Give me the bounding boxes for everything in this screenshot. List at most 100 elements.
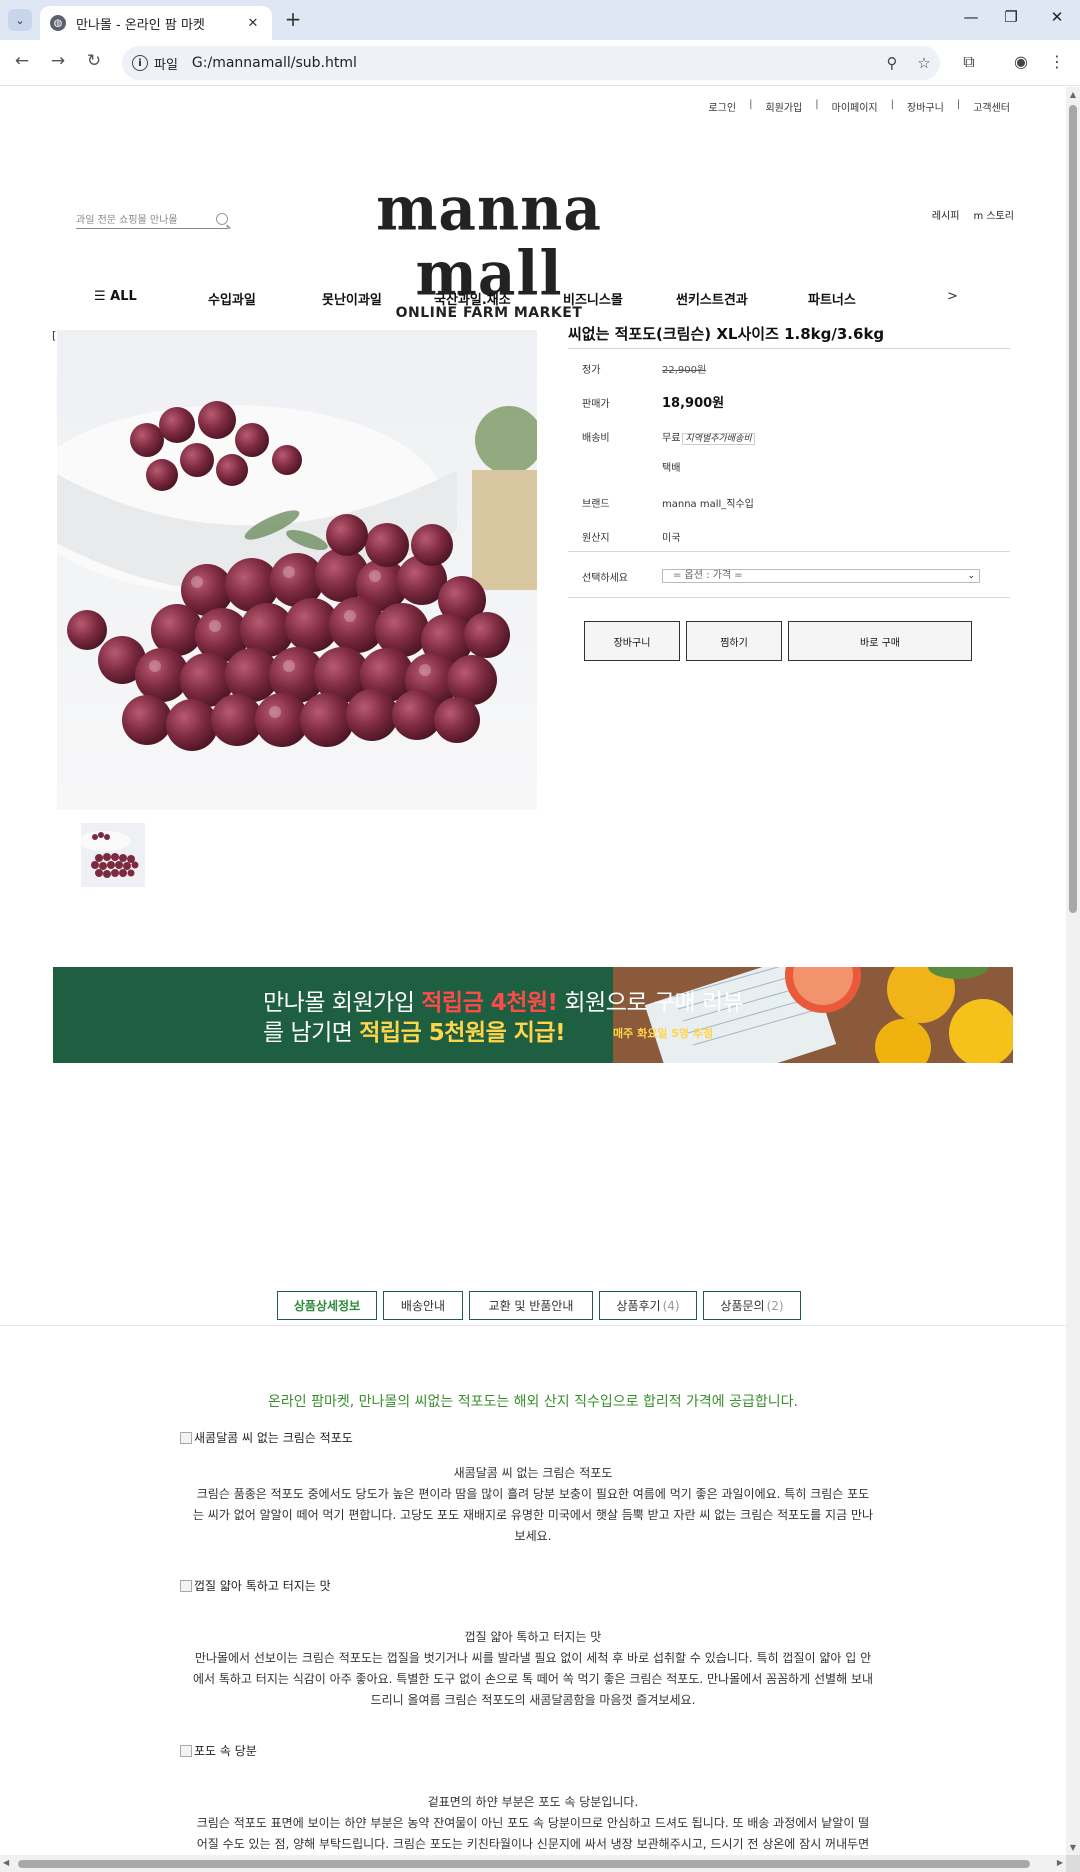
section-line: 보세요. [514, 1529, 552, 1543]
option-select-value: = 옵션 : 가격 = [673, 570, 743, 581]
product-main-image [57, 330, 537, 810]
browser-tabbar: ⌄ ◍ 만나몰 - 온라인 팜 마켓 ✕ + — ❐ ✕ [0, 0, 1080, 40]
detail-lead: 온라인 팜마켓, 만나몰의 씨없는 적포도는 해외 산지 직수입으로 합리적 가… [268, 1394, 798, 1410]
option-row: 선택하세요 = 옵션 : 가격 = ⌄ [568, 552, 1010, 598]
image-alt-text: 새콤달콤 씨 없는 크림슨 적포도 [194, 1431, 353, 1445]
restore-icon[interactable]: ❐ [996, 8, 1026, 26]
tab-divider [0, 1325, 1066, 1326]
horizontal-scroll-thumb[interactable] [18, 1860, 1030, 1868]
site-info-icon[interactable]: i [132, 55, 148, 71]
nav-ugly-fruit[interactable]: 못난이과일 [322, 289, 382, 308]
add-to-cart-button[interactable]: 장바구니 [584, 621, 680, 661]
image-alt-text: 껍질 얇아 톡하고 터지는 맛 [194, 1579, 331, 1593]
product-buttons: 장바구니 찜하기 바로 구매 [584, 621, 978, 661]
shipping-free: 무료 [662, 433, 681, 444]
vertical-scrollbar[interactable]: ▲ ▼ [1066, 87, 1080, 1855]
reload-icon[interactable]: ↻ [82, 51, 106, 71]
chevron-down-icon: ⌄ [967, 571, 975, 581]
login-link[interactable]: 로그인 [708, 99, 736, 114]
scroll-left-icon[interactable]: ◀ [3, 1858, 9, 1867]
nav-next-chevron-icon[interactable]: > [947, 289, 958, 304]
broken-image-icon [180, 1579, 192, 1592]
scroll-down-icon[interactable]: ▼ [1066, 1843, 1080, 1852]
file-chip: 파일 [154, 57, 178, 73]
tab-returns[interactable]: 교환 및 반품안내 [469, 1291, 593, 1320]
detail-section-1: 새콤달콤 씨 없는 크림슨 적포도 크림슨 품종은 적포도 중에서도 당도가 높… [180, 1463, 886, 1547]
util-links: 로그인 | 회원가입 | 마이페이지 | 장바구니 | 고객센터 [708, 99, 1010, 114]
banner-note: 매주 화요일 5명 추첨 [613, 1027, 714, 1040]
url-text[interactable]: G:/mannamall/sub.html [192, 55, 876, 71]
back-arrow-icon[interactable]: ← [10, 51, 34, 71]
banner-text-d: 를 남기면 [263, 1020, 360, 1046]
banner-text-c: 회원으로 구매 리뷰 [557, 990, 744, 1016]
nav-all[interactable]: ☰ ALL [94, 289, 137, 304]
profile-icon[interactable]: ◉ [1008, 52, 1034, 71]
product-info: 씨없는 적포도(크림슨) XL사이즈 1.8kg/3.6kg 정가 22,900… [568, 319, 1010, 661]
product-tabs: 상품상세정보 배송안내 교환 및 반품안내 상품후기 (4) 상품문의 (2) [277, 1291, 807, 1320]
shipping-note-button[interactable]: 지역별추가배송비 [682, 433, 755, 445]
list-price-row: 정가 22,900원 [568, 349, 1010, 383]
nav-sunkist[interactable]: 썬키스트견과 [676, 289, 748, 308]
bookmark-star-icon[interactable]: ☆ [908, 54, 940, 72]
nav-imported-fruit[interactable]: 수입과일 [208, 289, 256, 308]
horizontal-scrollbar[interactable]: ◀ ▶ [0, 1855, 1066, 1872]
vertical-scroll-thumb[interactable] [1069, 105, 1077, 913]
signup-link[interactable]: 회원가입 [765, 99, 802, 114]
window-close-icon[interactable]: ✕ [1042, 8, 1072, 26]
section-line: 어질 수도 있는 점, 양해 부탁드립니다. 크림슨 포도는 키친타월이나 신문… [196, 1837, 870, 1851]
product-thumbnail[interactable] [81, 823, 145, 887]
detail-section-2: 껍질 얇아 톡하고 터지는 맛 만나몰에서 선보이는 크림슨 적포도는 껍질을 … [180, 1627, 886, 1711]
address-bar[interactable]: i 파일 G:/mannamall/sub.html ⚲ ☆ [122, 46, 940, 80]
tab-qna[interactable]: 상품문의 (2) [703, 1291, 801, 1320]
tab-detail[interactable]: 상품상세정보 [277, 1291, 377, 1320]
scroll-up-icon[interactable]: ▲ [1066, 90, 1080, 99]
broken-image-icon [180, 1431, 192, 1444]
tab-shipping-label: 배송안내 [400, 1299, 446, 1313]
section-heading: 새콤달콤 씨 없는 크림슨 적포도 [453, 1466, 613, 1480]
mypage-link[interactable]: 마이페이지 [832, 99, 878, 114]
globe-icon: ◍ [50, 15, 66, 31]
shipping-row: 배송비 무료 지역별추가배송비 [568, 417, 1010, 451]
zoom-icon[interactable]: ⚲ [876, 54, 908, 72]
nav-partners[interactable]: 파트너스 [808, 289, 856, 308]
wishlist-button[interactable]: 찜하기 [686, 621, 782, 661]
tab-returns-label: 교환 및 반품안내 [488, 1299, 574, 1313]
nav-business[interactable]: 비즈니스몰 [563, 289, 623, 308]
support-link[interactable]: 고객센터 [973, 99, 1010, 114]
banner-line-1: 만나몰 회원가입 적립금 4천원! 회원으로 구매 리뷰 [263, 983, 744, 1017]
nav-domestic[interactable]: 국산과일.채소 [434, 289, 511, 308]
tab-close-icon[interactable]: ✕ [244, 16, 262, 31]
scroll-right-icon[interactable]: ▶ [1057, 1858, 1063, 1867]
section-heading: 껍질 얇아 톡하고 터지는 맛 [464, 1630, 602, 1644]
minimize-icon[interactable]: — [956, 8, 986, 26]
cart-link[interactable]: 장바구니 [907, 99, 944, 114]
tab-reviews-label: 상품후기 [616, 1299, 661, 1313]
buy-now-button[interactable]: 바로 구매 [788, 621, 972, 661]
page-viewport: 로그인 | 회원가입 | 마이페이지 | 장바구니 | 고객센터 과일 전문 쇼핑몰 만… [0, 87, 1066, 1855]
sale-price-value: 18,900원 [662, 396, 725, 411]
menu-kebab-icon[interactable]: ⋮ [1044, 52, 1070, 71]
site-search-input[interactable]: 과일 전문 쇼핑몰 만나몰 [76, 209, 228, 229]
option-select[interactable]: = 옵션 : 가격 = ⌄ [662, 569, 980, 583]
origin-value: 미국 [662, 533, 681, 544]
main-nav: ☰ ALL 수입과일 못난이과일 국산과일.채소 비즈니스몰 썬키스트견과 파트… [0, 283, 1066, 313]
detail-section-3: 겉표면의 하얀 부분은 포도 속 당분입니다. 크림슨 적포도 표면에 보이는 … [180, 1792, 886, 1855]
forward-arrow-icon[interactable]: → [46, 51, 70, 71]
m-story-link[interactable]: m 스토리 [973, 207, 1014, 222]
recipe-link[interactable]: 레시피 [932, 207, 960, 222]
banner-highlight-yellow: 적립금 5천원을 지급! [359, 1020, 566, 1046]
new-tab-plus-icon[interactable]: + [282, 9, 304, 31]
banner-line-2: 를 남기면 적립금 5천원을 지급! [263, 1013, 566, 1047]
section-line: 크림슨 적포도 표면에 보이는 하얀 부분은 농약 잔여물이 아닌 포도 속 당… [196, 1816, 870, 1830]
tab-qna-count: (2) [766, 1298, 784, 1313]
tab-shipping[interactable]: 배송안내 [383, 1291, 463, 1320]
section-line: 크림슨 품종은 적포도 중에서도 당도가 높은 편이라 땀을 많이 흘려 당분 … [196, 1487, 870, 1501]
browser-tab-active[interactable]: ◍ 만나몰 - 온라인 팜 마켓 ✕ [40, 6, 272, 40]
section-line: 만나몰에서 선보이는 크림슨 적포도는 껍질을 벗기거나 씨를 발라낼 필요 없… [194, 1651, 872, 1665]
promo-banner[interactable]: 만나몰 회원가입 적립금 4천원! 회원으로 구매 리뷰 를 남기면 적립금 5… [53, 967, 1013, 1063]
extensions-puzzle-icon[interactable]: ⧉ [956, 52, 982, 72]
tab-reviews[interactable]: 상품후기 (4) [599, 1291, 697, 1320]
list-price-label: 정가 [582, 365, 601, 376]
tab-search-chevron-icon[interactable]: ⌄ [8, 9, 32, 31]
search-icon[interactable] [216, 212, 228, 225]
